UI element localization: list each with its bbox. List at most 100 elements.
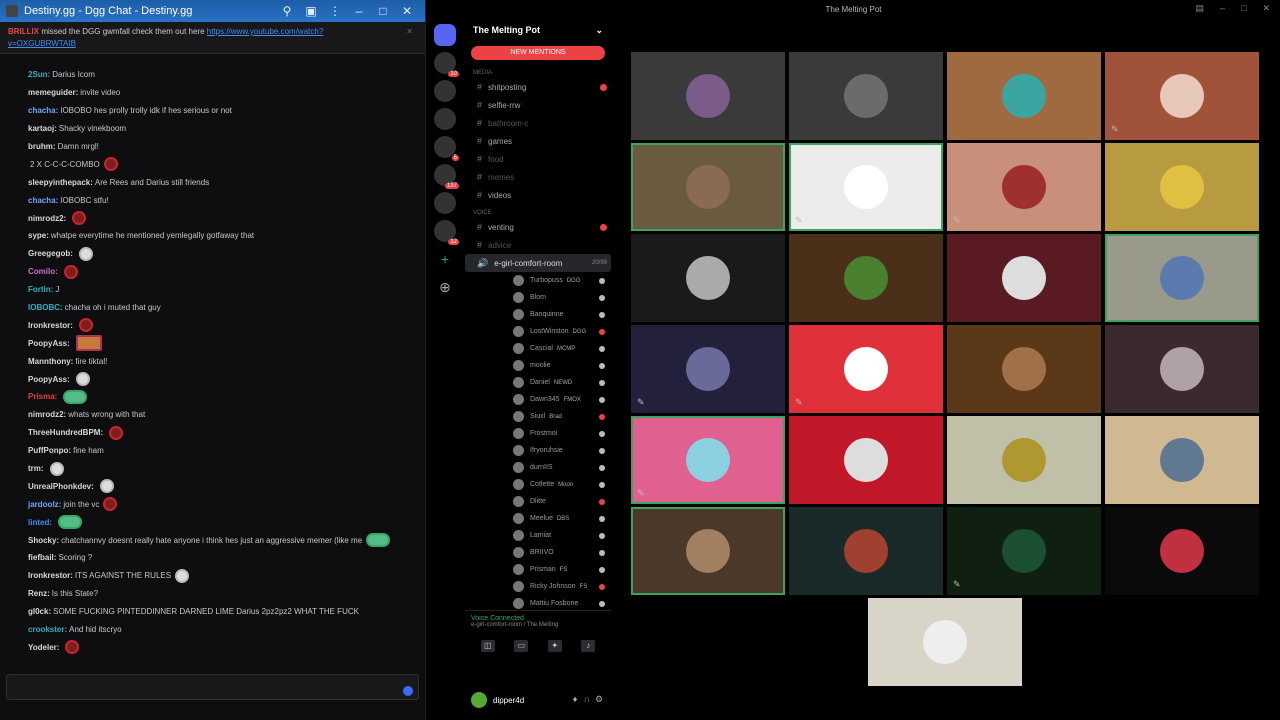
activity-icon[interactable]: ✦: [547, 640, 562, 652]
soundboard-icon[interactable]: ♪: [581, 640, 596, 652]
video-tile[interactable]: [631, 234, 785, 322]
voice-user[interactable]: BRIIVO: [465, 544, 611, 561]
chat-username[interactable]: crookster:: [28, 625, 67, 634]
channel-advice[interactable]: # advice: [465, 236, 611, 254]
screenshare-icon[interactable]: ▭: [514, 640, 529, 652]
emote-picker-icon[interactable]: [403, 686, 413, 696]
inbox-icon[interactable]: ▤: [1195, 3, 1204, 14]
video-tile[interactable]: ✎: [1105, 416, 1259, 504]
video-tile[interactable]: ✎: [631, 416, 785, 504]
chat-username[interactable]: PoopyAss:: [28, 339, 70, 348]
server-icon[interactable]: 5: [434, 136, 459, 161]
pinned-user[interactable]: BRILLIX: [8, 27, 39, 36]
chat-username[interactable]: PuffPonpo:: [28, 446, 71, 455]
voice-user[interactable]: durnIIS: [465, 459, 611, 476]
voice-user[interactable]: Frostmoi: [465, 425, 611, 442]
video-tile[interactable]: [1105, 507, 1259, 595]
video-tile[interactable]: ✎: [789, 143, 943, 231]
video-tile[interactable]: ✎: [1105, 52, 1259, 140]
channel-shitposting[interactable]: # shitposting: [465, 78, 611, 96]
channel-games[interactable]: # games: [465, 132, 611, 150]
headphones-icon[interactable]: ∩: [581, 694, 593, 706]
chat-username[interactable]: jardoolz:: [28, 500, 61, 509]
chat-username[interactable]: sype:: [28, 231, 49, 240]
channel-memes[interactable]: # memes: [465, 168, 611, 186]
video-tile[interactable]: [631, 507, 785, 595]
chat-username[interactable]: Yodeler:: [28, 643, 59, 652]
discord-home-icon[interactable]: [434, 24, 456, 46]
category-media[interactable]: media: [465, 64, 611, 78]
camera-icon[interactable]: ◫: [480, 640, 495, 652]
minimize-icon[interactable]: –: [347, 4, 371, 18]
video-tile[interactable]: [789, 416, 943, 504]
voice-user[interactable]: Lamiat: [465, 527, 611, 544]
chat-username[interactable]: memeguider:: [28, 88, 78, 97]
chat-username[interactable]: Prisma:: [28, 392, 57, 401]
video-tile[interactable]: [789, 52, 943, 140]
voice-user[interactable]: Meelue DBS: [465, 510, 611, 527]
more-icon[interactable]: ⋮: [323, 4, 347, 18]
video-tile[interactable]: [789, 234, 943, 322]
chat-username[interactable]: sleepyinthepack:: [28, 178, 93, 187]
video-tile[interactable]: ✎: [947, 143, 1101, 231]
video-tile[interactable]: ✎: [947, 507, 1101, 595]
voice-user[interactable]: Prisman FS: [465, 561, 611, 578]
chat-username[interactable]: ThreeHundredBPM:: [28, 428, 103, 437]
voice-user[interactable]: Banquinne: [465, 306, 611, 323]
chat-username[interactable]: Ironkrestor:: [28, 321, 73, 330]
voice-user[interactable]: LostWinston DGG: [465, 323, 611, 340]
chat-input[interactable]: [6, 674, 419, 700]
voice-user[interactable]: Ricky Johnson FS: [465, 578, 611, 595]
voice-user[interactable]: Siuxl Brad: [465, 408, 611, 425]
video-tile[interactable]: [947, 234, 1101, 322]
voice-connected-label[interactable]: Voice Connected: [471, 615, 605, 622]
video-tile[interactable]: ✎: [789, 325, 943, 413]
mic-icon[interactable]: ♦: [569, 694, 581, 706]
close-icon[interactable]: ✕: [1262, 3, 1270, 14]
voice-channel[interactable]: 🔊 e-girl-comfort-room 20/99: [465, 254, 611, 272]
channel-selfie-rrw[interactable]: # selfie-rrw: [465, 96, 611, 114]
video-tile[interactable]: [789, 507, 943, 595]
voice-user[interactable]: Blom: [465, 289, 611, 306]
video-tile[interactable]: [1105, 143, 1259, 231]
maximize-icon[interactable]: □: [1241, 3, 1246, 14]
chat-message-list[interactable]: 2Sun: Darius Icom memeguider: invite video c…: [0, 66, 425, 662]
avatar[interactable]: [471, 692, 487, 708]
voice-user[interactable]: Dlitte: [465, 493, 611, 510]
chat-username[interactable]: trm:: [28, 464, 44, 473]
new-mentions-button[interactable]: NEW MENTIONS: [471, 46, 605, 60]
voice-user[interactable]: Daniel NEWD: [465, 374, 611, 391]
video-tile[interactable]: ✎: [631, 325, 785, 413]
close-icon[interactable]: ✕: [395, 4, 419, 18]
chat-username[interactable]: nimrodz2:: [28, 410, 66, 419]
chat-username[interactable]: Fortin:: [28, 285, 53, 294]
video-tile[interactable]: [1105, 325, 1259, 413]
chat-username[interactable]: Ironkrestor:: [28, 571, 73, 580]
server-icon[interactable]: 12: [434, 220, 459, 245]
voice-user[interactable]: Turbopuss DGG: [465, 272, 611, 289]
server-icon[interactable]: [434, 192, 456, 214]
chat-username[interactable]: Renz:: [28, 589, 50, 598]
chat-username[interactable]: Mannthony:: [28, 357, 73, 366]
maximize-icon[interactable]: □: [371, 4, 395, 18]
chat-username[interactable]: chacha:: [28, 106, 58, 115]
grid-icon[interactable]: ▣: [299, 4, 323, 18]
server-header[interactable]: The Melting Pot ⌄: [465, 18, 611, 42]
server-icon[interactable]: [434, 80, 456, 102]
chat-username[interactable]: Greegegob:: [28, 249, 73, 258]
chat-username[interactable]: PoopyAss:: [28, 375, 70, 384]
video-tile[interactable]: [631, 52, 785, 140]
close-pinned-icon[interactable]: ✕: [406, 26, 413, 38]
chat-username[interactable]: bruhm:: [28, 142, 56, 151]
channel-food[interactable]: # food: [465, 150, 611, 168]
voice-user[interactable]: Cotlette Moon: [465, 476, 611, 493]
chat-username[interactable]: UnrealPhonkdev:: [28, 482, 94, 491]
voice-user[interactable]: Cascial MCMP: [465, 340, 611, 357]
explore-icon[interactable]: ⊕: [434, 276, 456, 298]
chat-username[interactable]: 2Sun:: [28, 70, 50, 79]
video-tile[interactable]: [947, 416, 1101, 504]
chat-username[interactable]: IOBOBC:: [28, 303, 63, 312]
video-tile[interactable]: [631, 143, 785, 231]
voice-user[interactable]: moolie: [465, 357, 611, 374]
video-tile[interactable]: [1105, 234, 1259, 322]
